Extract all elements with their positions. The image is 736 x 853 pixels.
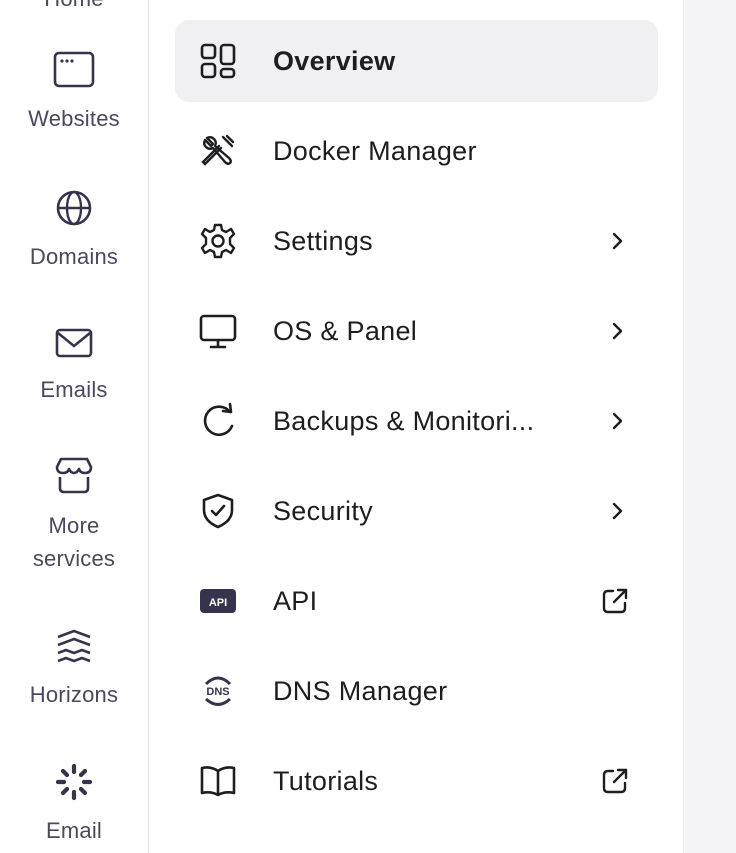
rail-item-websites[interactable]: Websites [0, 50, 148, 135]
main-sidebar: Home Websites Domains Emails More servic… [0, 0, 149, 853]
rail-item-label: Emails [40, 377, 108, 402]
dns-badge-text: DNS [206, 686, 229, 698]
dns-globe-icon: DNS [204, 676, 232, 706]
menu-item-label: API [273, 585, 318, 616]
chevron-right-icon [612, 412, 623, 430]
menu-item-os-panel[interactable]: OS & Panel [175, 290, 658, 372]
api-badge-icon: API [200, 589, 236, 613]
menu-item-label: Overview [273, 45, 396, 76]
tools-icon [201, 134, 235, 166]
menu-item-label: Settings [273, 225, 373, 256]
rail-item-domains[interactable]: Domains [0, 188, 148, 273]
rail-item-more-services[interactable]: More services [0, 455, 148, 575]
rail-item-horizons[interactable]: Horizons [0, 628, 148, 711]
menu-item-docker-manager[interactable]: Docker Manager [175, 110, 658, 192]
rail-item-label: Domains [29, 244, 119, 269]
menu-item-backups-monitoring[interactable]: Backups & Monitori... [175, 380, 658, 462]
globe-icon [56, 190, 92, 226]
external-link-icon [602, 588, 628, 614]
menu-item-security[interactable]: Security [175, 470, 658, 552]
browser-window-icon [53, 51, 95, 88]
menu-item-label: DNS Manager [273, 675, 448, 706]
menu-item-dns-manager[interactable]: DNS DNS Manager [175, 650, 658, 732]
api-badge-text: API [209, 597, 227, 609]
external-link-icon [602, 768, 628, 794]
menu-item-label: Docker Manager [273, 135, 477, 166]
sub-navigation-panel: Overview Docker Manager Settings OS & Pa… [150, 0, 684, 853]
menu-item-settings[interactable]: Settings [175, 200, 658, 282]
loading-spinner-icon [55, 763, 93, 801]
main-content-area [685, 0, 736, 853]
rail-item-label: Websites [28, 106, 120, 131]
rail-item-email[interactable]: Email [0, 762, 148, 847]
chevron-right-icon [612, 502, 623, 520]
grid-overview-icon [200, 43, 236, 79]
menu-item-overview[interactable]: Overview [175, 20, 658, 102]
menu-item-api[interactable]: API API [175, 560, 658, 642]
rail-item-label: Home [0, 0, 148, 15]
menu-item-label: OS & Panel [273, 315, 418, 346]
menu-item-label: Security [273, 495, 373, 526]
chevron-right-icon [612, 322, 623, 340]
menu-item-tutorials[interactable]: Tutorials [175, 740, 658, 822]
menu-item-label: Tutorials [273, 765, 379, 796]
rail-item-label-line1: More [48, 513, 100, 538]
chevron-right-icon [612, 232, 623, 250]
rail-item-label-line2: services [32, 546, 116, 571]
shield-check-icon [202, 493, 234, 529]
rail-item-home[interactable]: Home [0, 0, 148, 15]
rail-item-label: Horizons [29, 682, 119, 707]
rail-item-label: Email [45, 818, 102, 843]
menu-item-label: Backups & Monitori... [273, 405, 535, 436]
rail-item-emails[interactable]: Emails [0, 325, 148, 406]
gear-icon [200, 223, 236, 259]
storefront-icon [55, 457, 93, 494]
refresh-icon [203, 402, 234, 436]
envelope-icon [55, 328, 93, 358]
monitor-icon [199, 314, 237, 349]
book-icon [200, 766, 236, 797]
horizons-icon [57, 629, 91, 663]
